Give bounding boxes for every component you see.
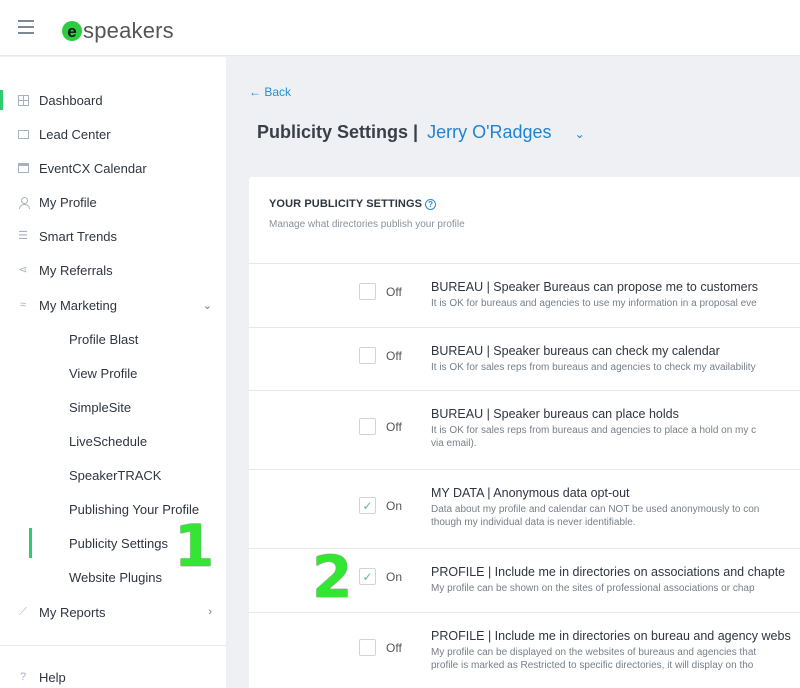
setting-state: Off (386, 285, 402, 299)
user-icon (17, 196, 30, 209)
top-bar: e speakers (0, 0, 800, 56)
setting-description-line2: though my individual data is never ident… (431, 517, 636, 528)
sidebar-item-my-marketing[interactable]: ≈ My Marketing ⌄ (0, 288, 226, 322)
sidebar-item-label: Dashboard (39, 92, 103, 108)
sidebar-subitem-label: Website Plugins (69, 569, 162, 585)
setting-description-line2: via email). (431, 438, 477, 449)
card-title-text: YOUR PUBLICITY SETTINGS (269, 198, 423, 210)
setting-description: My profile can be shown on the sites of … (431, 583, 755, 594)
setting-state: Off (386, 349, 402, 363)
sidebar-item-my-reports[interactable]: ⟋ My Reports › (0, 595, 226, 629)
sidebar-subitem-label: LiveSchedule (69, 433, 148, 449)
sidebar-item-my-profile[interactable]: My Profile (0, 185, 226, 219)
setting-checkbox[interactable]: ✓ (359, 568, 376, 585)
setting-checkbox[interactable] (359, 347, 376, 364)
sidebar-item-label: My Marketing (39, 297, 118, 313)
sidebar-subitem-profile-blast[interactable]: Profile Blast (0, 322, 226, 356)
hamburger-menu-icon[interactable] (18, 20, 34, 34)
help-circle-icon[interactable]: ? (425, 199, 437, 210)
calendar-icon (17, 162, 29, 174)
chevron-down-icon[interactable]: ⌄ (575, 127, 585, 141)
help-icon: ? (19, 670, 27, 683)
sidebar-subitem-liveschedule[interactable]: LiveSchedule (0, 424, 226, 458)
setting-checkbox[interactable] (359, 639, 376, 656)
chevron-down-icon: ⌄ (202, 299, 212, 312)
sidebar-item-lead-center[interactable]: Lead Center (0, 117, 226, 151)
publicity-settings-card: YOUR PUBLICITY SETTINGS? Manage what dir… (249, 177, 800, 688)
sidebar-item-label: EventCX Calendar (39, 160, 147, 176)
logo-text: speakers (83, 18, 174, 43)
marketing-icon: ≈ (19, 298, 27, 311)
setting-title: MY DATA | Anonymous data opt-out (431, 486, 630, 500)
sidebar-item-label: Help (39, 669, 66, 685)
speaker-name-selector[interactable]: Jerry O'Radges (427, 122, 551, 142)
sidebar-subitem-label: View Profile (69, 365, 138, 381)
back-link[interactable]: ← Back (249, 85, 291, 99)
setting-row-data-optout: ✓ On MY DATA | Anonymous data opt-out Da… (249, 469, 800, 548)
sidebar-item-smart-trends[interactable]: ☰ Smart Trends (0, 219, 226, 253)
card-title: YOUR PUBLICITY SETTINGS? (269, 198, 437, 210)
grid-icon (17, 94, 29, 106)
sidebar-item-help[interactable]: ? Help (0, 660, 226, 688)
annotation-step-1: 1 (174, 512, 215, 580)
setting-state: On (386, 499, 403, 513)
setting-row-bureau-holds: Off BUREAU | Speaker bureaus can place h… (249, 390, 800, 469)
setting-title: BUREAU | Speaker Bureaus can propose me … (431, 280, 759, 294)
setting-title: BUREAU | Speaker bureaus can place holds (431, 407, 679, 421)
setting-row-bureau-propose: Off BUREAU | Speaker Bureaus can propose… (249, 263, 800, 327)
sidebar-item-label: Smart Trends (39, 228, 118, 244)
sidebar-item-label: My Referrals (39, 262, 113, 278)
setting-title: PROFILE | Include me in directories on b… (431, 629, 791, 643)
setting-title: PROFILE | Include me in directories on a… (431, 565, 786, 579)
setting-description-line2: profile is marked as Restricted to speci… (431, 660, 754, 671)
sidebar-subitem-label: SpeakerTRACK (69, 467, 162, 483)
lead-icon (17, 128, 29, 140)
sidebar-subitem-label: Profile Blast (69, 331, 139, 347)
setting-title: BUREAU | Speaker bureaus can check my ca… (431, 344, 720, 358)
espeakers-logo[interactable]: e speakers (62, 18, 174, 44)
share-icon: ⋖ (18, 263, 28, 276)
setting-description: Data about my profile and calendar can N… (431, 504, 760, 515)
setting-description: My profile can be displayed on the websi… (431, 647, 757, 658)
logo-e-mark: e (62, 21, 82, 41)
setting-state: Off (386, 641, 402, 655)
sidebar: Dashboard Lead Center EventCX Calendar M… (0, 57, 226, 688)
annotation-step-2: 2 (312, 543, 353, 611)
setting-state: Off (386, 420, 402, 434)
sidebar-item-eventcx-calendar[interactable]: EventCX Calendar (0, 151, 226, 185)
setting-description: It is OK for sales reps from bureaus and… (431, 425, 757, 436)
setting-description: It is OK for bureaus and agencies to use… (431, 298, 757, 309)
sidebar-item-label: My Profile (39, 194, 97, 210)
sidebar-item-label: My Reports (39, 604, 106, 620)
page-title-text: Publicity Settings | (257, 122, 419, 142)
sidebar-item-dashboard[interactable]: Dashboard (0, 83, 226, 117)
setting-description: It is OK for sales reps from bureaus and… (431, 362, 756, 373)
setting-checkbox[interactable] (359, 418, 376, 435)
sidebar-subitem-simplesite[interactable]: SimpleSite (0, 390, 226, 424)
page-title: Publicity Settings | Jerry O'Radges ⌄ (257, 122, 585, 143)
sidebar-subitem-speakertrack[interactable]: SpeakerTRACK (0, 458, 226, 492)
sidebar-subitem-label: Publicity Settings (69, 535, 168, 551)
setting-row-bureau-calendar: Off BUREAU | Speaker bureaus can check m… (249, 327, 800, 390)
setting-checkbox[interactable]: ✓ (359, 497, 376, 514)
reports-icon: ⟋ (19, 605, 27, 618)
sidebar-item-label: Lead Center (39, 126, 111, 142)
setting-checkbox[interactable] (359, 283, 376, 300)
sidebar-subitem-view-profile[interactable]: View Profile (0, 356, 226, 390)
setting-state: On (386, 570, 403, 584)
card-subtitle: Manage what directories publish your pro… (269, 219, 465, 230)
trends-icon: ☰ (18, 229, 28, 242)
sidebar-item-my-referrals[interactable]: ⋖ My Referrals (0, 253, 226, 287)
chevron-right-icon: › (208, 606, 212, 618)
setting-row-profile-bureau-websites: Off PROFILE | Include me in directories … (249, 612, 800, 688)
sidebar-subitem-label: SimpleSite (69, 399, 132, 415)
sidebar-divider (0, 645, 226, 646)
